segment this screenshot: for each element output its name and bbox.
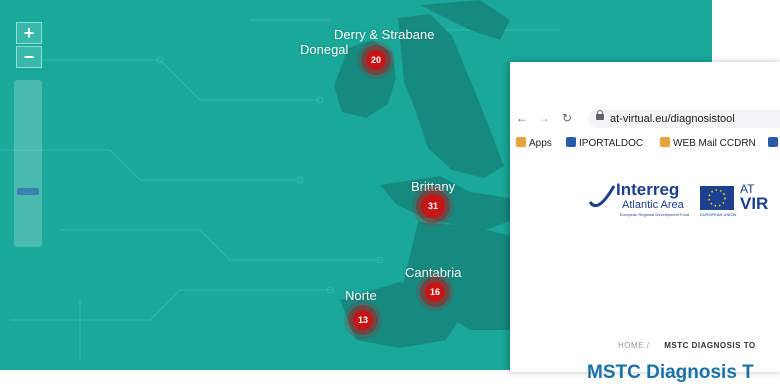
interreg-swoosh-icon	[588, 185, 616, 207]
browser-window-edge	[712, 0, 780, 62]
page-title: MSTC Diagnosis T	[587, 362, 754, 383]
zoom-in-button[interactable]: +	[16, 22, 42, 44]
breadcrumb-current: MSTC DIAGNOSIS TO	[664, 341, 756, 350]
reload-icon[interactable]: ↻	[562, 111, 572, 125]
logo-interreg: Interreg	[616, 180, 680, 199]
region-label-cantabria: Cantabria	[405, 265, 462, 280]
apps-grid-icon	[516, 137, 526, 147]
back-arrow-icon[interactable]: ←	[516, 111, 528, 125]
region-label-norte: Norte	[345, 288, 377, 303]
bookmark-webmail[interactable]: WEB Mail CCDRN	[660, 137, 756, 149]
bookmark-icon	[768, 137, 778, 147]
logo-virtual: VIR	[740, 194, 769, 213]
address-bar[interactable]: at-virtual.eu/diagnosistool	[588, 110, 780, 128]
bookmark-label: Apps	[529, 138, 552, 149]
breadcrumb-home[interactable]: HOME /	[618, 341, 649, 350]
lock-icon	[596, 110, 604, 120]
iportaldoc-icon	[566, 137, 576, 147]
forward-arrow-icon[interactable]: →	[538, 111, 550, 125]
region-label-donegal: Donegal	[300, 42, 349, 57]
zoom-slider[interactable]	[14, 80, 42, 247]
browser-window: ← → ↻ at-virtual.eu/diagnosistool Apps I…	[510, 62, 780, 383]
bookmark-iportaldoc[interactable]: IPORTALDOC	[566, 137, 643, 149]
bookmarks-bar: Apps IPORTALDOC WEB Mail CCDRN	[510, 134, 780, 154]
breadcrumb: HOME / MSTC DIAGNOSIS TO	[618, 341, 756, 350]
logo-fund: European Regional Development Fund	[620, 212, 690, 217]
mail-icon	[660, 137, 670, 147]
zoom-slider-handle[interactable]	[17, 188, 39, 195]
zoom-out-button[interactable]: −	[16, 46, 42, 68]
bookmark-apps[interactable]: Apps	[516, 137, 552, 149]
cluster-marker-donegal[interactable]: 20	[366, 50, 386, 70]
region-label-derry-strabane: Derry & Strabane	[334, 27, 435, 42]
region-label-brittany: Brittany	[411, 179, 456, 194]
bookmark-label: IPORTALDOC	[579, 138, 644, 149]
logo-eu: EUROPEAN UNION	[700, 212, 737, 217]
cluster-marker-cantabria[interactable]: 16	[425, 282, 445, 302]
bookmark-extra[interactable]	[768, 137, 780, 149]
cluster-marker-norte[interactable]: 13	[353, 310, 373, 330]
bookmark-label: WEB Mail CCDRN	[673, 138, 756, 149]
logo-atlantic-area: Atlantic Area	[622, 199, 684, 211]
cluster-marker-brittany[interactable]: 31	[421, 194, 445, 218]
address-url: at-virtual.eu/diagnosistool	[610, 113, 735, 125]
site-logo[interactable]: Interreg Atlantic Area European Regional…	[586, 180, 780, 220]
